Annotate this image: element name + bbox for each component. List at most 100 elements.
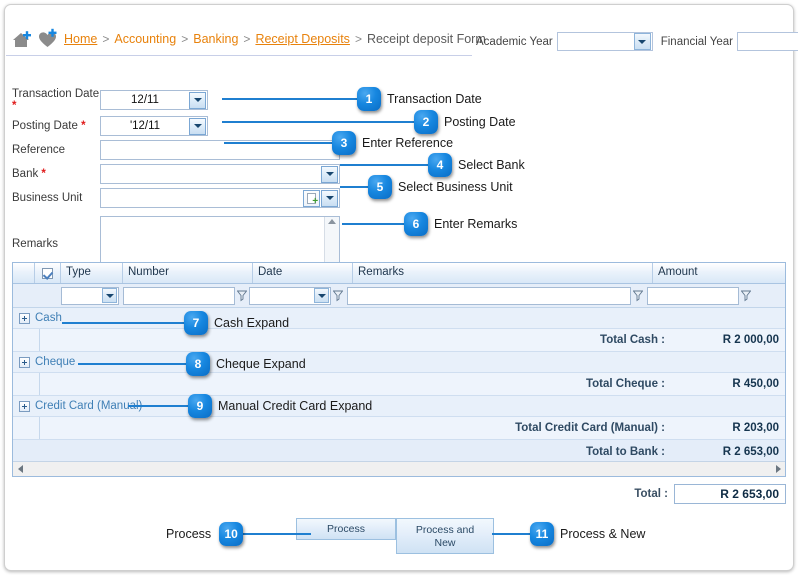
calendar-dropdown-icon[interactable] xyxy=(189,117,206,135)
callout-text: Select Bank xyxy=(458,158,525,172)
bank-label: Bank * xyxy=(12,168,46,180)
year-selector-group: Academic Year Financial Year xyxy=(476,32,798,51)
plus-expand-icon[interactable] xyxy=(13,312,35,324)
grid-header-amount[interactable]: Amount xyxy=(653,263,785,283)
total-to-bank-label: Total to Bank : xyxy=(585,445,665,458)
process-and-new-line1: Process and xyxy=(415,524,475,536)
grid-filter-row xyxy=(13,284,785,308)
total-label: Total Credit Card (Manual) : xyxy=(515,422,665,434)
breadcrumb-item-current: Receipt deposit Form xyxy=(366,31,486,46)
breadcrumb-separator: > xyxy=(354,31,362,46)
callout-7: 7 Cash Expand xyxy=(62,311,289,335)
academic-year-select[interactable] xyxy=(556,32,653,51)
filter-remarks-cell xyxy=(345,284,645,307)
chevron-down-icon[interactable] xyxy=(321,189,338,207)
chevron-down-icon[interactable] xyxy=(314,288,329,303)
arrow-up-icon[interactable] xyxy=(328,219,336,224)
callout-number: 1 xyxy=(357,87,381,111)
process-and-new-line2: New xyxy=(434,537,456,549)
filter-amount-cell xyxy=(645,284,753,307)
plus-expand-icon[interactable] xyxy=(13,356,35,368)
posting-date-value: '12/11 xyxy=(129,120,161,132)
grid-header-select-all[interactable] xyxy=(35,263,61,283)
total-label: Total Cheque : xyxy=(585,378,665,390)
filter-type-select[interactable] xyxy=(61,286,119,305)
checkbox-checked-icon[interactable] xyxy=(42,267,53,279)
total-to-bank-value: R 2 653,00 xyxy=(722,445,779,458)
grand-total-label: Total : xyxy=(634,488,668,500)
arrow-left-icon[interactable] xyxy=(13,465,27,473)
grid-group-total-inner: Total Credit Card (Manual) : R 203,00 xyxy=(39,417,785,439)
grid-horizontal-scrollbar[interactable] xyxy=(13,461,785,476)
callout-number: 6 xyxy=(404,212,428,236)
receipt-deposit-form-page: Home > Accounting > Banking > Receipt De… xyxy=(0,0,798,575)
home-plus-icon[interactable] xyxy=(10,28,32,49)
transaction-date-value: 12/11 xyxy=(131,94,159,106)
breadcrumb-item-accounting[interactable]: Accounting xyxy=(114,32,176,46)
posting-date-field[interactable]: '12/11 xyxy=(100,116,208,136)
grid-group-label: Credit Card (Manual) xyxy=(35,400,143,412)
transaction-date-label: Transaction Date * xyxy=(12,88,100,112)
grid-group-total-inner: Total Cheque : R 450,00 xyxy=(39,373,785,395)
callout-number: 2 xyxy=(414,110,438,134)
calendar-dropdown-icon[interactable] xyxy=(189,91,206,109)
callout-text: Process & New xyxy=(560,527,646,541)
callout-text: Enter Remarks xyxy=(434,217,518,231)
callout-number: 5 xyxy=(368,175,392,199)
heart-plus-icon[interactable] xyxy=(37,28,59,49)
breadcrumb-item-receipt-deposits[interactable]: Receipt Deposits xyxy=(255,32,350,46)
financial-year-select[interactable] xyxy=(736,32,798,51)
breadcrumb-item-home[interactable]: Home xyxy=(64,32,97,46)
arrow-right-icon[interactable] xyxy=(771,465,785,473)
breadcrumb-item-banking[interactable]: Banking xyxy=(193,32,238,46)
filter-number-input[interactable] xyxy=(123,286,235,305)
callout-number: 9 xyxy=(188,394,212,418)
filter-date-select[interactable] xyxy=(249,286,331,305)
callout-number: 4 xyxy=(428,153,452,177)
chevron-down-icon[interactable] xyxy=(633,33,651,50)
callout-10: Process 10 xyxy=(166,522,312,546)
filter-amount-input[interactable] xyxy=(647,286,739,305)
funnel-filter-icon[interactable] xyxy=(631,290,645,302)
callout-text: Process xyxy=(166,527,212,541)
total-label: Total Cash : xyxy=(600,334,665,346)
callout-1: 1 Transaction Date xyxy=(222,87,482,111)
grid-header-date[interactable]: Date xyxy=(253,263,353,283)
callout-text: Posting Date xyxy=(444,115,516,129)
callout-text: Enter Reference xyxy=(362,136,454,150)
plus-expand-icon[interactable] xyxy=(13,400,35,412)
total-value: R 203,00 xyxy=(732,422,779,434)
transaction-date-field[interactable]: 12/11 xyxy=(100,90,208,110)
process-and-new-button[interactable]: Process and New xyxy=(396,518,494,554)
callout-number: 3 xyxy=(332,131,356,155)
callout-3: 3 Enter Reference xyxy=(224,131,453,155)
form-actions: Process Process and New xyxy=(296,518,494,554)
funnel-filter-icon[interactable] xyxy=(235,290,249,302)
breadcrumb: Home > Accounting > Banking > Receipt De… xyxy=(6,22,486,56)
funnel-filter-icon[interactable] xyxy=(739,290,753,302)
callout-4: 4 Select Bank xyxy=(340,153,525,177)
callout-text: Select Business Unit xyxy=(398,180,513,194)
breadcrumb-separator: > xyxy=(243,31,251,46)
business-unit-row: Business Unit + xyxy=(12,188,352,208)
business-unit-select[interactable]: + xyxy=(100,188,340,208)
funnel-filter-icon[interactable] xyxy=(331,290,345,302)
chevron-down-icon[interactable] xyxy=(102,288,117,303)
remarks-label: Remarks xyxy=(12,238,59,250)
callout-text: Cash Expand xyxy=(214,316,290,330)
grid-header-type[interactable]: Type xyxy=(61,263,123,283)
total-value: R 450,00 xyxy=(732,378,779,390)
filter-type-cell xyxy=(61,284,119,307)
grid-group-label: Cash xyxy=(35,312,62,324)
grid-header-row: Type Number Date Remarks Amount xyxy=(13,263,785,284)
page-add-icon[interactable]: + xyxy=(303,189,320,207)
callout-number: 10 xyxy=(219,522,244,546)
grid-header-remarks[interactable]: Remarks xyxy=(353,263,653,283)
reference-label: Reference xyxy=(12,144,66,156)
callout-9: 9 Manual Credit Card Expand xyxy=(128,394,372,418)
filter-remarks-input[interactable] xyxy=(347,286,631,305)
grid-group-total-cheque: Total Cheque : R 450,00 xyxy=(13,373,785,396)
chevron-down-icon[interactable] xyxy=(321,165,338,183)
bank-select[interactable] xyxy=(100,164,340,184)
grid-header-number[interactable]: Number xyxy=(123,263,253,283)
